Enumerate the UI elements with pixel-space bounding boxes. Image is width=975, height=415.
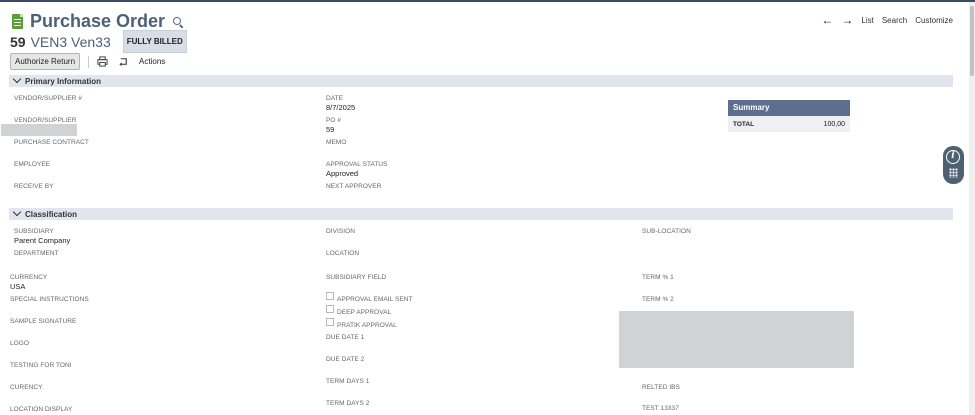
sample-signature-label: SAMPLE SIGNATURE [10, 318, 77, 325]
due-date-2-label: DUE DATE 2 [326, 356, 365, 363]
testing-for-toni-label: TESTING FOR TONI [10, 362, 72, 369]
image-placeholder-redacted [619, 311, 854, 368]
total-label: TOTAL [733, 120, 755, 128]
toolbar: Authorize Return Actions [10, 53, 165, 70]
search-link[interactable]: Search [882, 16, 907, 25]
vendor-supplier-num-label: VENDOR/SUPPLIER # [14, 95, 83, 102]
page-title: Purchase Order [30, 11, 166, 31]
section-title: Classification [25, 209, 78, 219]
term-days-2-label: TERM DAYS 2 [326, 400, 370, 407]
next-approver-label: NEXT APPROVER [326, 183, 382, 190]
approval-email-sent-checkbox[interactable] [326, 292, 334, 300]
term-pct-2-label: TERM % 2 [642, 296, 674, 303]
subsidiary-value: Parent Company [14, 236, 71, 245]
toolbar-divider [88, 55, 90, 68]
currency-value: USA [10, 282, 26, 291]
date-label: DATE [326, 95, 344, 102]
page-header: Purchase Order [12, 11, 183, 32]
date-value: 8/7/2025 [326, 103, 356, 112]
search-icon[interactable] [173, 16, 183, 27]
arrow-right-icon[interactable]: → [841, 14, 853, 26]
subsidiary-field-label: SUBSIDIARY FIELD [326, 274, 387, 281]
info-icon[interactable]: i [946, 150, 960, 164]
total-value: 100,00 [823, 120, 845, 128]
pratik-approval-label: PRATIK APPROVAL [337, 322, 397, 329]
arrow-left-icon[interactable]: ← [821, 14, 833, 26]
approval-status-label: APPROVAL STATUS [326, 161, 388, 168]
record-navigation: ← → List Search Customize [821, 14, 953, 26]
special-instructions-label: SPECIAL INSTRUCTIONS [10, 296, 89, 303]
summary-total-row: TOTAL 100,00 [728, 116, 850, 132]
customize-link[interactable]: Customize [915, 16, 953, 25]
keypad-icon[interactable] [949, 168, 958, 178]
top-accent-line [0, 0, 975, 2]
chevron-down-icon [12, 74, 22, 84]
subsidiary-label: SUBSIDIARY [14, 228, 54, 235]
printer-icon[interactable] [97, 56, 108, 67]
refresh-icon[interactable] [118, 56, 129, 67]
section-title: Primary Information [25, 76, 102, 86]
memo-label: MEMO [326, 139, 347, 146]
term-pct-1-label: TERM % 1 [642, 274, 674, 281]
chevron-down-icon [12, 207, 22, 217]
department-label: DEPARTMENT [14, 250, 59, 257]
status-badge: FULLY BILLED [122, 30, 187, 53]
scrollbar-thumb[interactable] [970, 6, 974, 76]
logo-label: LOGO [10, 340, 29, 347]
summary-box: Summary TOTAL 100,00 [728, 100, 850, 132]
division-label: DIVISION [326, 228, 355, 235]
actions-menu[interactable]: Actions [139, 57, 165, 66]
purchase-contract-label: PURCHASE CONTRACT [14, 139, 89, 146]
pratik-approval-checkbox[interactable] [326, 318, 334, 326]
side-help-widget[interactable]: i [943, 146, 964, 184]
approval-status-value: Approved [326, 169, 359, 178]
location-display-label: LOCATION DISPLAY [10, 406, 73, 413]
summary-title: Summary [728, 100, 850, 116]
po-number-value: 59 [326, 125, 335, 134]
record-name: VEN3 Ven33 [30, 33, 111, 50]
vendor-supplier-value-redacted [1, 124, 77, 136]
record-header: 59 VEN3 Ven33 FULLY BILLED [10, 30, 187, 53]
record-number: 59 [10, 33, 26, 50]
deep-approval-label: DEEP APPROVAL [337, 309, 392, 316]
approval-email-sent-label: APPROVAL EMAIL SENT [337, 296, 413, 303]
deep-approval-checkbox[interactable] [326, 305, 334, 313]
vendor-supplier-label: VENDOR/SUPPLIER [14, 117, 77, 124]
relted-ibs-label: RELTED IBS [642, 384, 680, 391]
sub-location-label: SUB-LOCATION [642, 228, 691, 235]
location-label: LOCATION [326, 250, 360, 257]
po-number-label: PO # [326, 117, 342, 124]
test-13337-label: TEST 13337 [642, 405, 679, 412]
list-link[interactable]: List [861, 16, 873, 25]
curency-label: CURENCY [10, 384, 43, 391]
classification-section[interactable]: Classification [9, 207, 953, 220]
authorize-return-button[interactable]: Authorize Return [10, 53, 81, 70]
primary-information-section[interactable]: Primary Information [9, 74, 953, 87]
currency-label: CURRENCY [10, 274, 48, 281]
purchase-order-icon [12, 14, 23, 29]
vertical-scrollbar[interactable] [969, 2, 975, 415]
due-date-1-label: DUE DATE 1 [326, 334, 365, 341]
term-days-1-label: TERM DAYS 1 [326, 378, 370, 385]
employee-label: EMPLOYEE [14, 161, 51, 168]
receive-by-label: RECEIVE BY [14, 183, 54, 190]
